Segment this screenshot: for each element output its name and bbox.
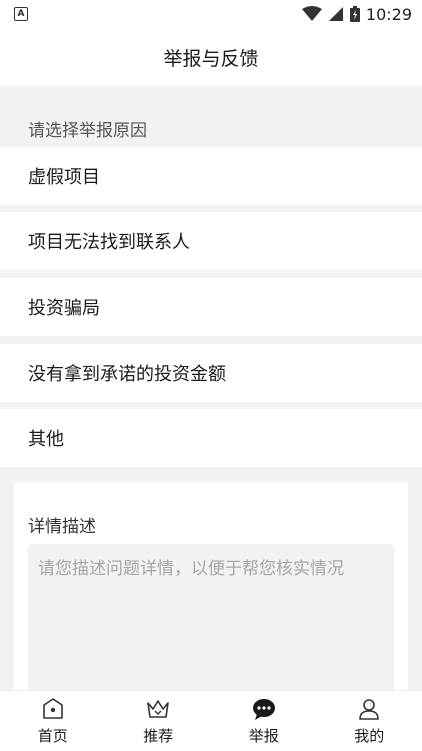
detail-title: 详情描述 [28,512,96,537]
tab-recommend[interactable]: 推荐 [106,691,212,751]
detail-input[interactable] [28,544,394,692]
reason-item-label: 没有拿到承诺的投资金额 [28,360,226,386]
reason-item-other[interactable]: 其他 [0,409,422,467]
tab-label: 我的 [354,725,384,746]
notification-a-icon: A [14,7,28,21]
status-bar: A 10:29 [0,0,422,28]
tab-mine[interactable]: 我的 [317,691,422,751]
page-title: 举报与反馈 [163,44,258,71]
user-icon [356,696,382,722]
reason-item-label: 投资骗局 [28,294,100,320]
reason-section-header: 请选择举报原因 [0,86,422,146]
tab-label: 首页 [38,725,68,746]
reason-item-unpaid-amount[interactable]: 没有拿到承诺的投资金额 [0,344,422,402]
tab-home[interactable]: 首页 [0,691,106,751]
signal-icon [328,6,344,22]
reason-item-no-contact[interactable]: 项目无法找到联系人 [0,212,422,270]
chat-icon [251,696,277,722]
bottom-tab-bar: 首页 推荐 举报 我的 [0,690,422,751]
reason-item-investment-scam[interactable]: 投资骗局 [0,278,422,336]
status-time: 10:29 [366,5,412,24]
battery-icon [350,6,360,22]
reason-section-label: 请选择举报原因 [28,116,147,141]
tab-report[interactable]: 举报 [211,691,317,751]
reason-item-fake-project[interactable]: 虚假项目 [0,147,422,205]
reason-item-label: 虚假项目 [28,163,100,189]
reason-item-label: 项目无法找到联系人 [28,228,190,254]
tab-label: 举报 [249,725,279,746]
crown-icon [145,696,171,722]
wifi-icon [302,6,322,22]
detail-card: 详情描述 [14,482,408,692]
reason-item-label: 其他 [28,425,64,451]
header: 举报与反馈 [0,28,422,86]
home-icon [40,696,66,722]
tab-label: 推荐 [143,725,173,746]
